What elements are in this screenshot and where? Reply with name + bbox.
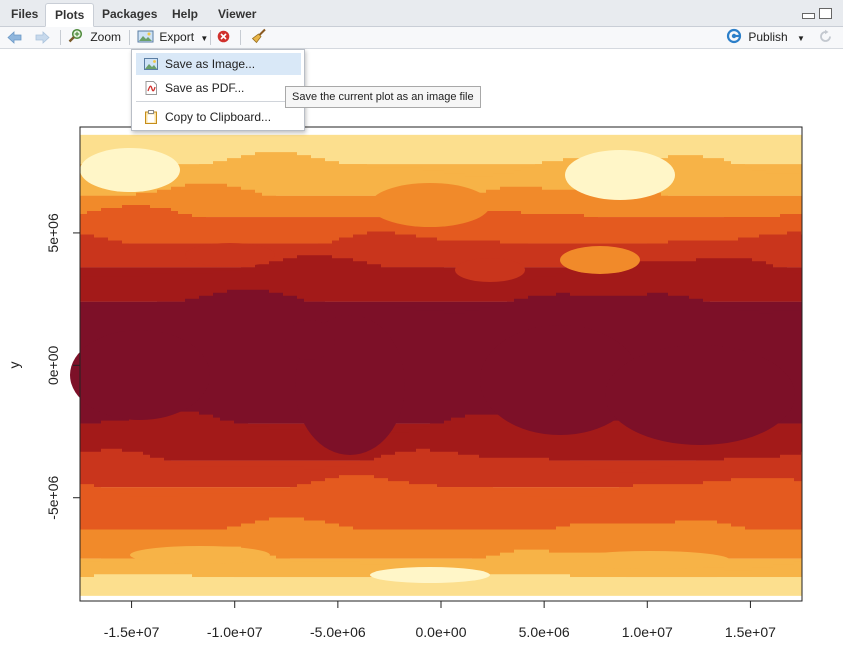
menu-item-label: Copy to Clipboard... (165, 110, 272, 124)
raster-feature (605, 345, 795, 445)
back-button[interactable] (6, 28, 24, 47)
y-tick-label: 0e+00 (45, 345, 61, 385)
zoom-icon (68, 28, 83, 43)
y-tick-label: -5e+06 (45, 476, 61, 520)
x-tick-label: 0.0e+00 (416, 624, 467, 640)
toolbar-separator (240, 30, 241, 45)
zoom-button[interactable]: Zoom (68, 28, 121, 47)
broom-icon (251, 28, 266, 44)
raster-feature (70, 330, 210, 420)
menu-item-label: Save as PDF... (165, 81, 245, 95)
tab-viewer[interactable]: Viewer (209, 3, 265, 25)
y-axis-label: y (6, 362, 22, 369)
tab-label: Viewer (218, 7, 257, 21)
raster-feature (370, 183, 490, 227)
raster-feature (455, 258, 525, 282)
raster-feature (285, 320, 335, 360)
image-icon (144, 58, 158, 70)
raster-plot: -1.5e+07 -1.0e+07 -5.0e+06 0.0e+00 5.0e+06 1.… (6, 126, 803, 640)
save-as-pdf-menu-item[interactable]: Save as PDF... (136, 77, 301, 99)
raster-feature (370, 567, 490, 583)
raster-feature (185, 243, 275, 267)
x-tick-label: -5.0e+06 (310, 624, 366, 640)
export-label: Export (159, 30, 195, 44)
tab-files[interactable]: Files (2, 3, 47, 25)
x-tick-label: -1.0e+07 (207, 624, 263, 640)
x-tick-label: 1.0e+07 (622, 624, 673, 640)
tab-label: Files (11, 7, 39, 21)
minimize-pane-icon[interactable] (802, 13, 815, 19)
publish-button[interactable]: Publish ▼ (726, 28, 805, 47)
toolbar-separator (210, 30, 211, 45)
forward-button[interactable] (33, 28, 51, 47)
y-tick-label: 5e+06 (45, 213, 61, 253)
remove-plot-icon (217, 30, 230, 43)
chevron-down-icon: ▼ (797, 34, 805, 43)
x-axis: -1.5e+07 -1.0e+07 -5.0e+06 0.0e+00 5.0e+06 1.… (104, 600, 776, 640)
arrow-left-icon (7, 31, 22, 44)
menu-item-label: Save as Image... (165, 57, 256, 71)
plot-viewer: -1.5e+07 -1.0e+07 -5.0e+06 0.0e+00 5.0e+06 1.… (0, 49, 843, 650)
raster-feature (80, 148, 180, 192)
copy-to-clipboard-menu-item[interactable]: Copy to Clipboard... (136, 106, 301, 128)
tooltip: Save the current plot as an image file (285, 86, 481, 108)
menu-separator (136, 101, 301, 102)
zoom-label: Zoom (90, 30, 122, 44)
tab-plots[interactable]: Plots (45, 3, 95, 27)
toolbar-separator (129, 30, 130, 45)
plots-toolbar: Zoom Export ▼ Publish ▼ (0, 27, 843, 49)
tab-label: Plots (55, 8, 85, 22)
export-image-icon (137, 30, 154, 43)
tab-label: Packages (102, 7, 158, 21)
tab-help[interactable]: Help (163, 3, 207, 25)
raster-feature (560, 246, 640, 274)
refresh-button[interactable] (818, 28, 833, 47)
export-button[interactable]: Export ▼ (137, 28, 208, 47)
publish-label: Publish (748, 30, 788, 44)
x-tick-label: 5.0e+06 (519, 624, 570, 640)
raster-feature (570, 551, 730, 569)
export-menu: Save as Image... Save as PDF... Copy to … (131, 49, 305, 131)
toolbar-separator (60, 30, 61, 45)
remove-plot-button[interactable] (217, 28, 230, 47)
pdf-icon (145, 81, 157, 95)
pane-tab-bar: Files Plots Packages Help Viewer (0, 0, 843, 27)
save-as-image-menu-item[interactable]: Save as Image... (136, 53, 301, 75)
x-tick-label: 1.5e+07 (725, 624, 776, 640)
publish-icon (726, 28, 742, 44)
arrow-right-icon (35, 31, 50, 44)
x-tick-label: -1.5e+07 (104, 624, 160, 640)
clear-plots-button[interactable] (251, 28, 267, 47)
refresh-icon (820, 29, 831, 42)
raster-feature (565, 150, 675, 200)
raster-feature (130, 546, 270, 564)
tab-packages[interactable]: Packages (93, 3, 166, 25)
chevron-down-icon: ▼ (200, 34, 209, 43)
maximize-pane-icon[interactable] (819, 8, 832, 19)
clipboard-icon (145, 110, 157, 124)
tab-label: Help (172, 7, 199, 21)
